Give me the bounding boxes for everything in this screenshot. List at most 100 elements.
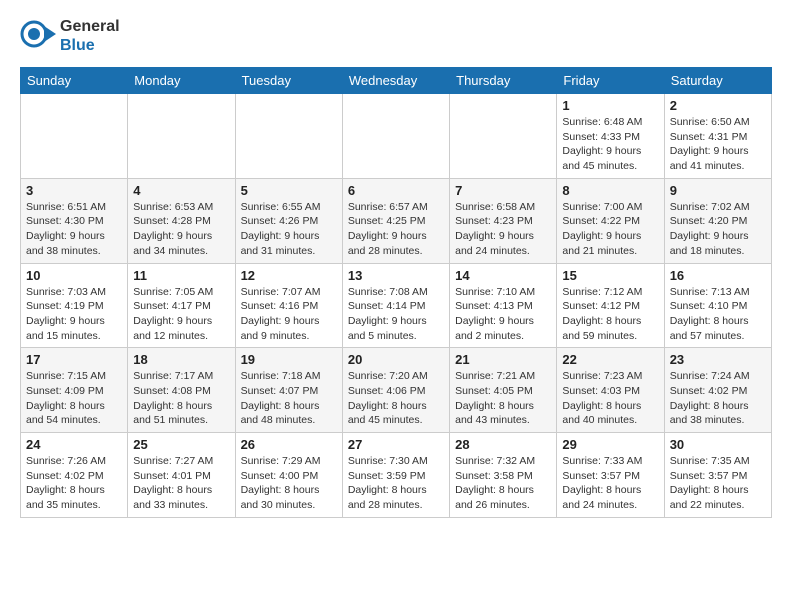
calendar-cell: 25Sunrise: 7:27 AM Sunset: 4:01 PM Dayli… xyxy=(128,433,235,518)
day-info: Sunrise: 6:58 AM Sunset: 4:23 PM Dayligh… xyxy=(455,200,551,259)
day-header-saturday: Saturday xyxy=(664,68,771,94)
day-number: 25 xyxy=(133,437,229,452)
day-info: Sunrise: 7:07 AM Sunset: 4:16 PM Dayligh… xyxy=(241,285,337,344)
calendar-cell xyxy=(342,94,449,179)
day-number: 27 xyxy=(348,437,444,452)
day-info: Sunrise: 6:57 AM Sunset: 4:25 PM Dayligh… xyxy=(348,200,444,259)
header: General Blue xyxy=(20,16,772,57)
day-number: 17 xyxy=(26,352,122,367)
day-number: 14 xyxy=(455,268,551,283)
day-info: Sunrise: 7:21 AM Sunset: 4:05 PM Dayligh… xyxy=(455,369,551,428)
day-header-tuesday: Tuesday xyxy=(235,68,342,94)
day-info: Sunrise: 7:12 AM Sunset: 4:12 PM Dayligh… xyxy=(562,285,658,344)
calendar-table: SundayMondayTuesdayWednesdayThursdayFrid… xyxy=(20,67,772,518)
calendar-week-5: 24Sunrise: 7:26 AM Sunset: 4:02 PM Dayli… xyxy=(21,433,772,518)
day-header-wednesday: Wednesday xyxy=(342,68,449,94)
day-info: Sunrise: 7:08 AM Sunset: 4:14 PM Dayligh… xyxy=(348,285,444,344)
day-info: Sunrise: 7:15 AM Sunset: 4:09 PM Dayligh… xyxy=(26,369,122,428)
day-number: 23 xyxy=(670,352,766,367)
day-number: 8 xyxy=(562,183,658,198)
calendar-week-1: 1Sunrise: 6:48 AM Sunset: 4:33 PM Daylig… xyxy=(21,94,772,179)
calendar-cell: 5Sunrise: 6:55 AM Sunset: 4:26 PM Daylig… xyxy=(235,178,342,263)
calendar-cell: 17 Sunrise: 7:15 AM Sunset: 4:09 PM Dayli… xyxy=(21,348,128,433)
logo-line2: Blue xyxy=(60,37,120,55)
calendar-week-4: 17 Sunrise: 7:15 AM Sunset: 4:09 PM Dayli… xyxy=(21,348,772,433)
logo-line1: General xyxy=(60,18,120,36)
day-info: Sunrise: 7:33 AM Sunset: 3:57 PM Dayligh… xyxy=(562,454,658,513)
calendar-cell: 11 Sunrise: 7:05 AM Sunset: 4:17 PM Dayli… xyxy=(128,263,235,348)
calendar-cell: 12 Sunrise: 7:07 AM Sunset: 4:16 PM Dayli… xyxy=(235,263,342,348)
day-number: 13 xyxy=(348,268,444,283)
day-number: 6 xyxy=(348,183,444,198)
calendar-cell: 7Sunrise: 6:58 AM Sunset: 4:23 PM Daylig… xyxy=(450,178,557,263)
day-info: Sunrise: 6:51 AM Sunset: 4:30 PM Dayligh… xyxy=(26,200,122,259)
calendar-cell: 19 Sunrise: 7:18 AM Sunset: 4:07 PM Dayli… xyxy=(235,348,342,433)
day-info: Sunrise: 7:18 AM Sunset: 4:07 PM Dayligh… xyxy=(241,369,337,428)
calendar-cell: 30 Sunrise: 7:35 AM Sunset: 3:57 PM Dayli… xyxy=(664,433,771,518)
calendar-header-row: SundayMondayTuesdayWednesdayThursdayFrid… xyxy=(21,68,772,94)
day-info: Sunrise: 7:24 AM Sunset: 4:02 PM Dayligh… xyxy=(670,369,766,428)
day-number: 2 xyxy=(670,98,766,113)
day-number: 11 xyxy=(133,268,229,283)
calendar-cell: 1Sunrise: 6:48 AM Sunset: 4:33 PM Daylig… xyxy=(557,94,664,179)
day-number: 21 xyxy=(455,352,551,367)
day-number: 18 xyxy=(133,352,229,367)
calendar-cell: 20 Sunrise: 7:20 AM Sunset: 4:06 PM Dayli… xyxy=(342,348,449,433)
calendar-cell: 13 Sunrise: 7:08 AM Sunset: 4:14 PM Dayli… xyxy=(342,263,449,348)
calendar-cell: 28 Sunrise: 7:32 AM Sunset: 3:58 PM Dayli… xyxy=(450,433,557,518)
day-info: Sunrise: 7:00 AM Sunset: 4:22 PM Dayligh… xyxy=(562,200,658,259)
calendar-cell: 27 Sunrise: 7:30 AM Sunset: 3:59 PM Dayli… xyxy=(342,433,449,518)
day-info: Sunrise: 7:05 AM Sunset: 4:17 PM Dayligh… xyxy=(133,285,229,344)
calendar-cell: 10 Sunrise: 7:03 AM Sunset: 4:19 PM Dayli… xyxy=(21,263,128,348)
day-number: 20 xyxy=(348,352,444,367)
day-number: 9 xyxy=(670,183,766,198)
day-info: Sunrise: 7:20 AM Sunset: 4:06 PM Dayligh… xyxy=(348,369,444,428)
day-number: 19 xyxy=(241,352,337,367)
day-number: 24 xyxy=(26,437,122,452)
logo: General Blue xyxy=(20,16,120,57)
calendar-cell: 8 Sunrise: 7:00 AM Sunset: 4:22 PM Daylig… xyxy=(557,178,664,263)
page: General Blue SundayMondayTuesdayWednesda… xyxy=(0,0,792,534)
day-info: Sunrise: 7:32 AM Sunset: 3:58 PM Dayligh… xyxy=(455,454,551,513)
day-info: Sunrise: 7:23 AM Sunset: 4:03 PM Dayligh… xyxy=(562,369,658,428)
day-number: 26 xyxy=(241,437,337,452)
day-info: Sunrise: 7:30 AM Sunset: 3:59 PM Dayligh… xyxy=(348,454,444,513)
day-info: Sunrise: 7:35 AM Sunset: 3:57 PM Dayligh… xyxy=(670,454,766,513)
day-info: Sunrise: 6:50 AM Sunset: 4:31 PM Dayligh… xyxy=(670,115,766,174)
day-number: 4 xyxy=(133,183,229,198)
calendar-cell: 4 Sunrise: 6:53 AM Sunset: 4:28 PM Daylig… xyxy=(128,178,235,263)
calendar-cell: 21 Sunrise: 7:21 AM Sunset: 4:05 PM Dayli… xyxy=(450,348,557,433)
day-header-monday: Monday xyxy=(128,68,235,94)
day-number: 22 xyxy=(562,352,658,367)
day-header-friday: Friday xyxy=(557,68,664,94)
calendar-cell: 18Sunrise: 7:17 AM Sunset: 4:08 PM Dayli… xyxy=(128,348,235,433)
calendar-cell: 22 Sunrise: 7:23 AM Sunset: 4:03 PM Dayli… xyxy=(557,348,664,433)
calendar-cell: 23 Sunrise: 7:24 AM Sunset: 4:02 PM Dayli… xyxy=(664,348,771,433)
calendar-cell xyxy=(128,94,235,179)
day-info: Sunrise: 7:03 AM Sunset: 4:19 PM Dayligh… xyxy=(26,285,122,344)
day-info: Sunrise: 7:13 AM Sunset: 4:10 PM Dayligh… xyxy=(670,285,766,344)
day-info: Sunrise: 7:29 AM Sunset: 4:00 PM Dayligh… xyxy=(241,454,337,513)
calendar-cell: 15 Sunrise: 7:12 AM Sunset: 4:12 PM Dayli… xyxy=(557,263,664,348)
day-info: Sunrise: 7:10 AM Sunset: 4:13 PM Dayligh… xyxy=(455,285,551,344)
day-number: 5 xyxy=(241,183,337,198)
calendar-week-3: 10 Sunrise: 7:03 AM Sunset: 4:19 PM Dayli… xyxy=(21,263,772,348)
calendar-cell: 16 Sunrise: 7:13 AM Sunset: 4:10 PM Dayli… xyxy=(664,263,771,348)
day-number: 30 xyxy=(670,437,766,452)
calendar-cell xyxy=(235,94,342,179)
day-info: Sunrise: 6:53 AM Sunset: 4:28 PM Dayligh… xyxy=(133,200,229,259)
day-info: Sunrise: 6:48 AM Sunset: 4:33 PM Dayligh… xyxy=(562,115,658,174)
calendar-cell: 2 Sunrise: 6:50 AM Sunset: 4:31 PM Daylig… xyxy=(664,94,771,179)
day-number: 15 xyxy=(562,268,658,283)
day-header-thursday: Thursday xyxy=(450,68,557,94)
calendar-cell xyxy=(450,94,557,179)
day-number: 28 xyxy=(455,437,551,452)
day-number: 12 xyxy=(241,268,337,283)
calendar-cell: 29 Sunrise: 7:33 AM Sunset: 3:57 PM Dayli… xyxy=(557,433,664,518)
calendar-cell: 14 Sunrise: 7:10 AM Sunset: 4:13 PM Dayli… xyxy=(450,263,557,348)
day-header-sunday: Sunday xyxy=(21,68,128,94)
day-number: 29 xyxy=(562,437,658,452)
day-number: 10 xyxy=(26,268,122,283)
calendar-cell: 6 Sunrise: 6:57 AM Sunset: 4:25 PM Daylig… xyxy=(342,178,449,263)
day-number: 16 xyxy=(670,268,766,283)
